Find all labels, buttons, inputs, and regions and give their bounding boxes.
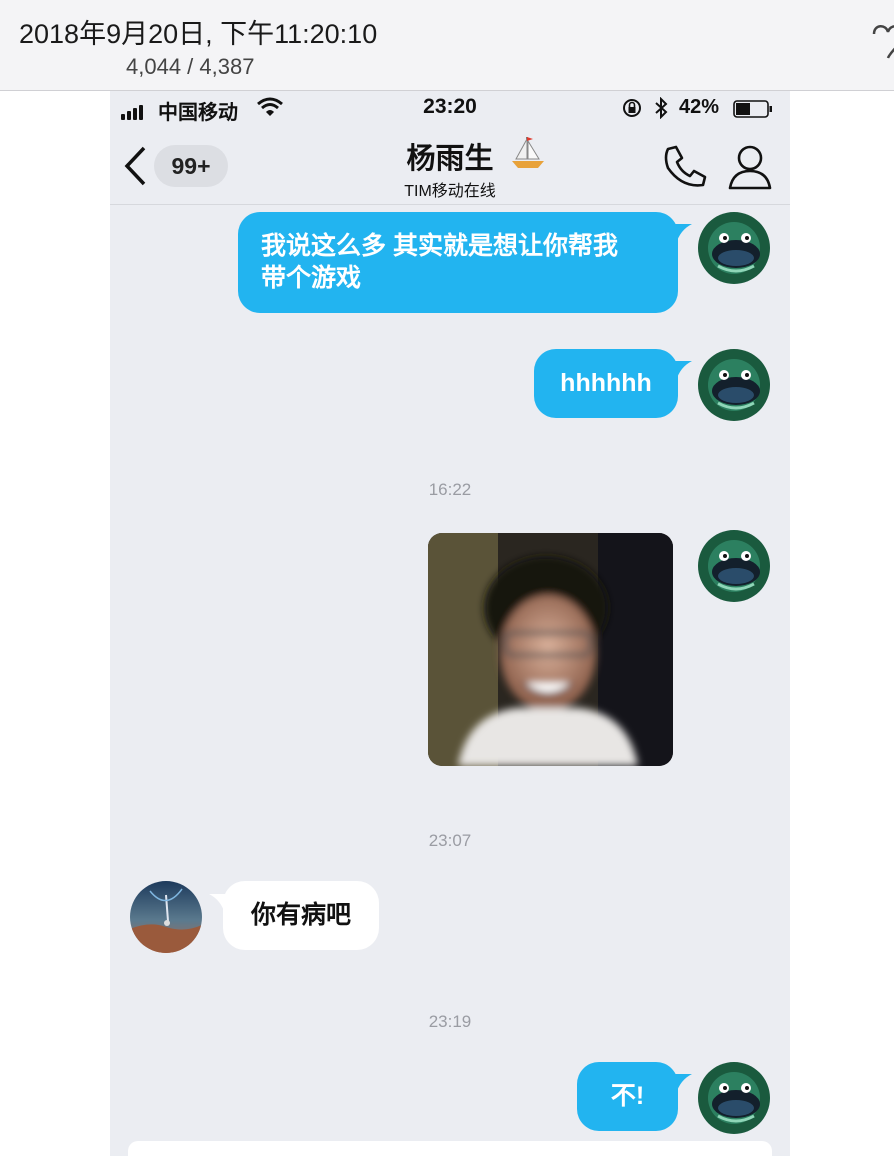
status-bar: 中国移动 23:20 42% [110, 91, 790, 127]
photo-viewer-header: 2018年9月20日, 下午11:20:10 4,044 / 4,387 [0, 0, 894, 91]
battery-icon [733, 100, 772, 118]
my-avatar[interactable] [698, 349, 770, 421]
sailboat-icon [512, 137, 544, 168]
heart-icon[interactable] [866, 20, 894, 64]
photo-counter: 4,044 / 4,387 [126, 54, 255, 79]
my-avatar[interactable] [698, 1062, 770, 1134]
phone-call-icon[interactable] [662, 144, 708, 190]
chat-nav-bar: 99+ 杨雨生 TIM移动在线 [110, 127, 790, 205]
bubble-tail [672, 224, 692, 244]
my-avatar[interactable] [698, 212, 770, 284]
message-input-field[interactable] [128, 1141, 772, 1156]
message-timestamp: 23:07 [428, 831, 472, 850]
outgoing-message[interactable]: 不! [577, 1062, 678, 1131]
message-timestamp: 23:19 [428, 1012, 472, 1031]
chat-screenshot: 中国移动 23:20 42% 99+ 杨雨生 TIM移动在线 我说这么多 其实就… [110, 91, 790, 1156]
incoming-message[interactable]: 你有病吧 [223, 881, 379, 950]
contact-name-text: 杨雨生 [406, 143, 494, 175]
outgoing-message[interactable]: hhhhhh [534, 349, 678, 418]
bubble-tail [672, 1074, 692, 1094]
outgoing-message[interactable]: 我说这么多 其实就是想让你帮我 带个游戏 [238, 212, 678, 313]
contact-avatar[interactable] [130, 881, 202, 953]
my-avatar[interactable] [698, 530, 770, 602]
bubble-tail [672, 361, 692, 381]
message-timestamp: 16:22 [428, 480, 472, 499]
battery-percentage: 42% [679, 96, 720, 118]
profile-icon[interactable] [727, 144, 773, 190]
bluetooth-icon [655, 97, 668, 119]
image-message[interactable] [428, 533, 673, 766]
rotation-lock-icon [623, 99, 641, 117]
photo-datetime: 2018年9月20日, 下午11:20:10 [19, 19, 378, 49]
